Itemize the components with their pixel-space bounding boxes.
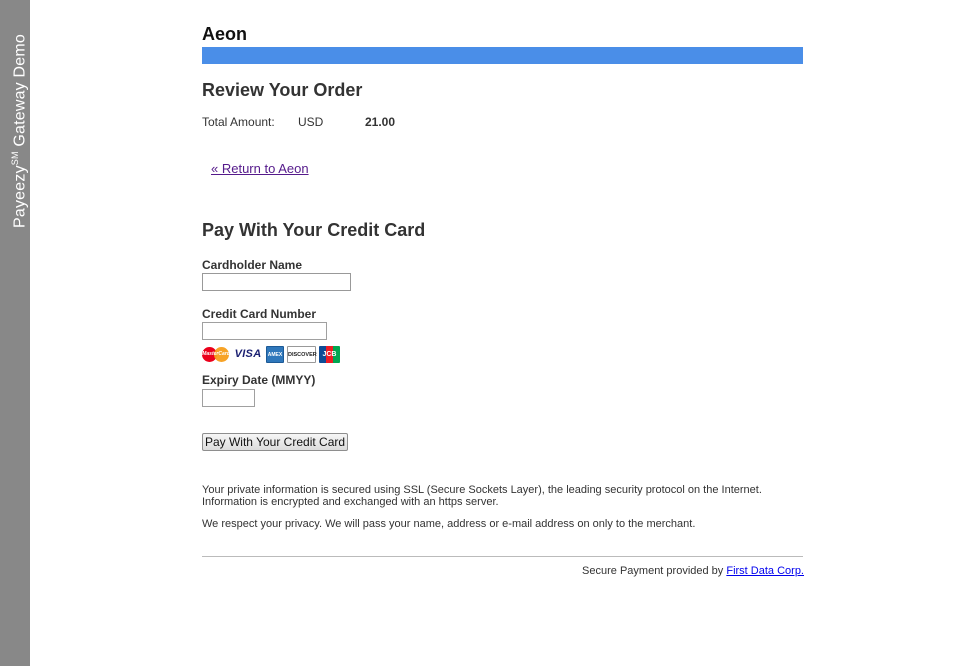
return-to-merchant-link[interactable]: « Return to Aeon: [211, 161, 309, 176]
jcb-logo-icon: JCB: [319, 346, 340, 363]
footer-divider: [202, 556, 803, 557]
mastercard-text: MasterCard: [202, 351, 230, 357]
cardholder-name-input[interactable]: [202, 273, 351, 291]
review-order-heading: Review Your Order: [202, 80, 363, 100]
privacy-notice: We respect your privacy. We will pass yo…: [202, 518, 696, 530]
first-data-link[interactable]: First Data Corp.: [726, 565, 804, 577]
side-banner: PayeezySM Gateway Demo: [0, 0, 30, 666]
expiry-date-input[interactable]: [202, 389, 255, 407]
total-amount-label: Total Amount:: [202, 115, 275, 129]
pay-with-card-heading: Pay With Your Credit Card: [202, 220, 426, 240]
banner-suffix: Gateway Demo: [11, 33, 29, 147]
pay-with-credit-card-button[interactable]: Pay With Your Credit Card: [202, 433, 348, 451]
cardholder-name-label: Cardholder Name: [202, 258, 303, 272]
expiry-date-label: Expiry Date (MMYY): [202, 373, 316, 387]
merchant-title: Aeon: [202, 24, 247, 44]
security-notice: Your private information is secured usin…: [202, 484, 762, 508]
footer: Secure Payment provided by First Data Co…: [582, 565, 804, 577]
card-number-label: Credit Card Number: [202, 307, 317, 321]
side-banner-text: PayeezySM Gateway Demo: [2, 34, 33, 228]
brand-name: Payeezy: [11, 165, 29, 228]
total-amount-value: 21.00: [365, 115, 396, 129]
amex-logo-icon: AMEX: [266, 346, 284, 363]
mastercard-logo-icon: MasterCard: [202, 346, 230, 363]
header-bar: [202, 47, 803, 64]
card-number-input[interactable]: [202, 322, 327, 340]
currency-code: USD: [298, 115, 324, 129]
discover-logo-icon: DISCOVER: [287, 346, 317, 363]
visa-logo-icon: VISA: [234, 348, 262, 360]
service-mark: SM: [10, 151, 20, 166]
footer-text: Secure Payment provided by: [582, 565, 727, 577]
